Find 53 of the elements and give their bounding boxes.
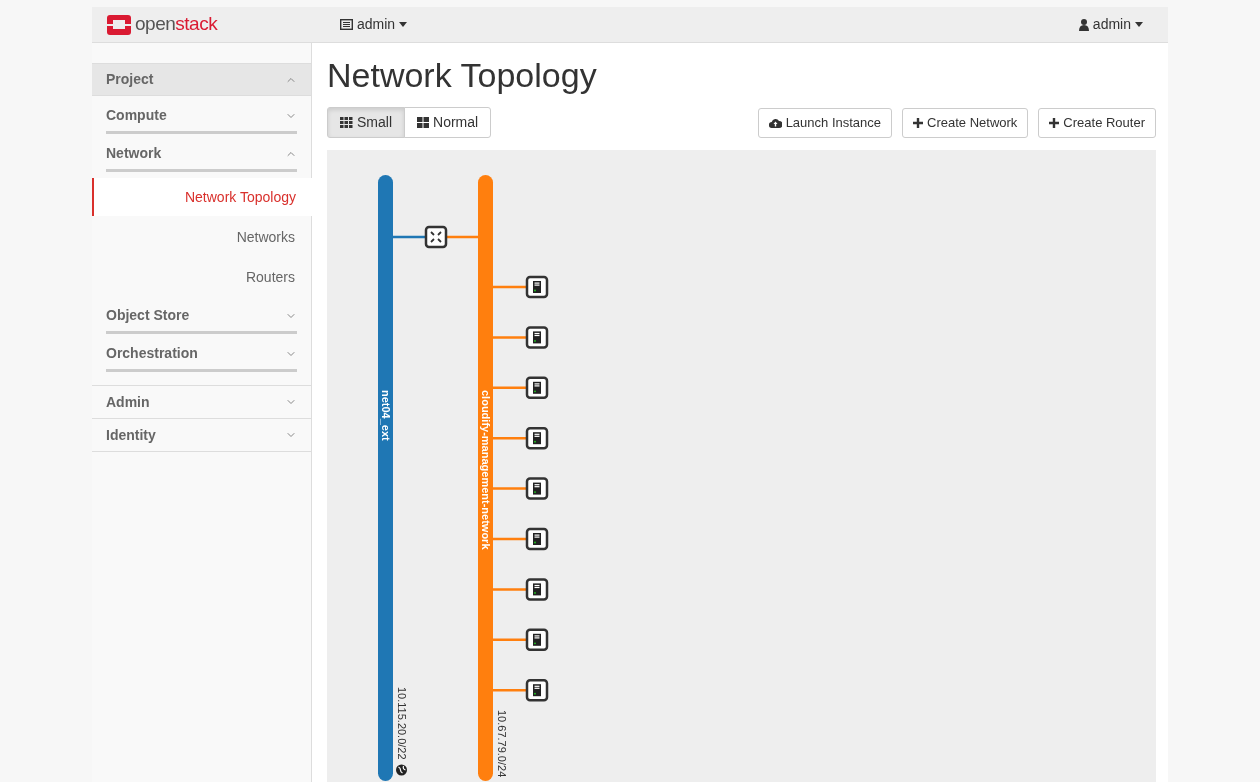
- grid-icon: [340, 117, 353, 128]
- plus-icon: [1049, 117, 1060, 128]
- caret-icon: [1135, 22, 1143, 27]
- openstack-logo[interactable]: openstack: [107, 10, 340, 39]
- list-icon: [340, 19, 353, 30]
- instance-node[interactable]: [525, 477, 549, 500]
- brand-name: openstack: [135, 12, 218, 37]
- network-cidr: 10.67.79.0/24: [495, 710, 508, 778]
- instance-node[interactable]: [525, 578, 549, 601]
- sidebar-section[interactable]: Admin: [92, 386, 311, 419]
- grid-icon: [417, 117, 429, 128]
- project-menu[interactable]: admin: [340, 14, 408, 35]
- instance-node[interactable]: [525, 376, 549, 400]
- router-node[interactable]: [424, 225, 448, 249]
- instance-node[interactable]: [525, 628, 549, 652]
- action-button[interactable]: Create Router: [1038, 107, 1156, 138]
- network-cidr: 10.115.20.0/22: [395, 687, 408, 760]
- sidebar-link[interactable]: Routers: [92, 258, 311, 296]
- section-label: Project: [106, 70, 154, 89]
- group-label: Compute: [106, 106, 167, 125]
- section-label: Identity: [106, 425, 156, 445]
- user-icon: [1078, 18, 1089, 31]
- sidebar-group[interactable]: Compute: [106, 96, 297, 134]
- globe-icon: [396, 764, 407, 776]
- network-bar[interactable]: [378, 175, 393, 781]
- instance-node[interactable]: [525, 678, 549, 702]
- sidebar-group[interactable]: Network: [106, 134, 297, 172]
- caret-icon: [399, 22, 408, 27]
- network-name: cloudify-management-network: [479, 390, 492, 550]
- section-label: Admin: [106, 392, 150, 412]
- instance-node[interactable]: [525, 527, 549, 551]
- sidebar-section[interactable]: Identity: [92, 419, 311, 452]
- action-button[interactable]: Launch Instance: [757, 107, 893, 138]
- plus-icon: [913, 117, 924, 128]
- sidebar-link[interactable]: Networks: [92, 218, 311, 256]
- view-toggle-button[interactable]: Normal: [404, 107, 492, 138]
- sidebar-section[interactable]: Project: [92, 63, 311, 96]
- view-toggle-button[interactable]: Small: [327, 107, 405, 138]
- user-menu[interactable]: admin: [1078, 14, 1143, 35]
- logo-icon: [107, 14, 131, 35]
- group-label: Network: [106, 144, 162, 163]
- page-title: Network Topology: [327, 55, 598, 96]
- sidebar-group[interactable]: Object Store: [106, 296, 297, 334]
- network-name: net04_ext: [379, 390, 392, 441]
- group-label: Object Store: [106, 306, 190, 325]
- cloud-upload-icon: [768, 117, 782, 128]
- sidebar-group[interactable]: Orchestration: [106, 334, 297, 372]
- instance-node[interactable]: [525, 326, 549, 349]
- instance-node[interactable]: [525, 275, 549, 299]
- group-label: Orchestration: [106, 344, 198, 363]
- action-button[interactable]: Create Network: [902, 107, 1029, 138]
- sidebar-link[interactable]: Network Topology: [92, 178, 312, 216]
- instance-node[interactable]: [525, 426, 549, 450]
